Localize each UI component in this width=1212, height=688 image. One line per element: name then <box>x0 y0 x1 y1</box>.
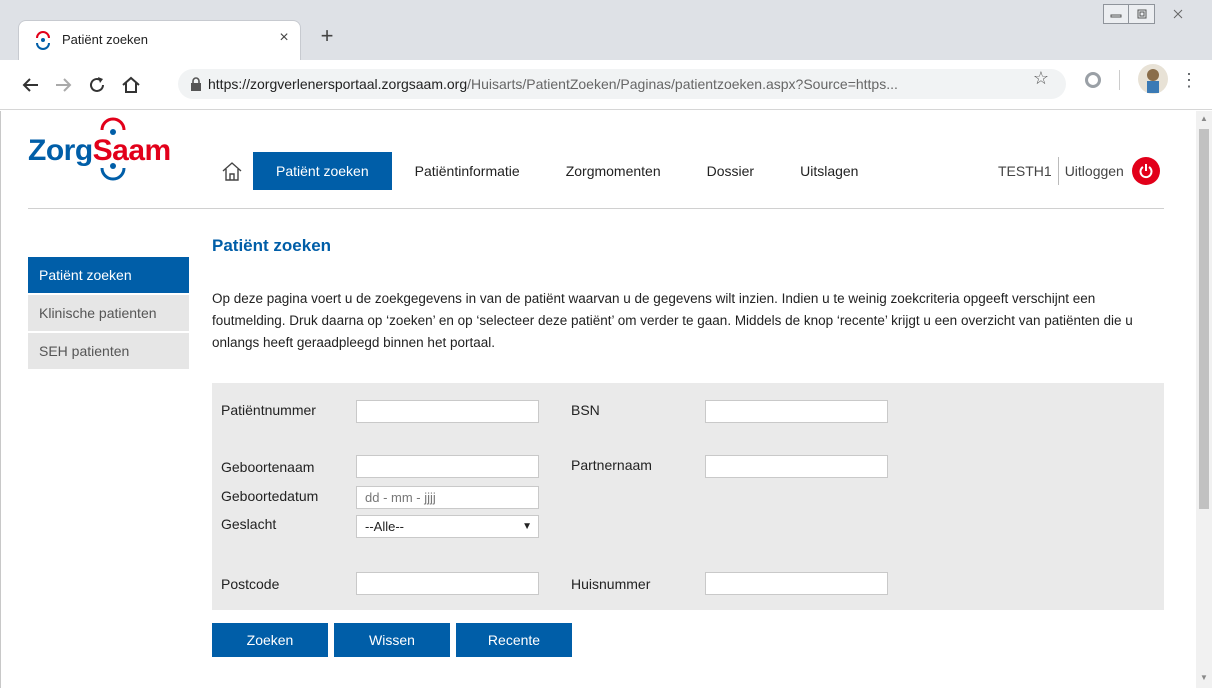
browser-tabbar: Patiënt zoeken × + <box>0 0 1212 60</box>
wissen-button[interactable]: Wissen <box>334 623 450 657</box>
home-browser-icon[interactable] <box>120 74 142 96</box>
scroll-down-icon[interactable]: ▼ <box>1199 673 1209 683</box>
extension-icon[interactable] <box>1085 72 1101 88</box>
toolbar-separator <box>1119 70 1120 90</box>
window-close-icon[interactable] <box>1155 4 1201 24</box>
geboortedatum-label: Geboortedatum <box>221 488 319 504</box>
nav-zorgmomenten[interactable]: Zorgmomenten <box>543 152 684 190</box>
geslacht-select[interactable]: --Alle-- ▼ <box>356 515 539 538</box>
scroll-up-icon[interactable]: ▲ <box>1199 114 1209 124</box>
browser-menu-icon[interactable]: ⋮ <box>1180 70 1198 90</box>
sidebar-item-patient-zoeken[interactable]: Patiënt zoeken <box>28 257 189 293</box>
geslacht-label: Geslacht <box>221 516 277 532</box>
back-arrow-icon[interactable] <box>20 74 42 96</box>
main-content: Patiënt zoeken Op deze pagina voert u de… <box>212 235 1164 350</box>
partnernaam-input[interactable] <box>705 455 888 478</box>
browser-tab[interactable]: Patiënt zoeken × <box>18 20 301 60</box>
zorgsaam-favicon-icon <box>36 31 50 50</box>
tab-close-icon[interactable]: × <box>274 29 294 47</box>
address-bar[interactable]: https://zorgverlenersportaal.zorgsaam.or… <box>178 69 1066 99</box>
nav-patientinformatie[interactable]: Patiëntinformatie <box>392 152 543 190</box>
page-scrollbar[interactable]: ▲ ▼ <box>1196 111 1212 688</box>
nav-patient-zoeken[interactable]: Patiënt zoeken <box>253 152 392 190</box>
maximize-icon[interactable] <box>1129 4 1155 24</box>
patientnummer-input[interactable] <box>356 400 539 423</box>
url-text: https://zorgverlenersportaal.zorgsaam.or… <box>208 76 1008 92</box>
url-host: https://zorgverlenersportaal.zorgsaam.or… <box>208 76 468 92</box>
recente-button[interactable]: Recente <box>456 623 572 657</box>
postcode-label: Postcode <box>221 576 280 592</box>
sidebar-item-klinische-patienten[interactable]: Klinische patienten <box>28 295 189 331</box>
search-form: Patiëntnummer BSN Geboortenaam Partnerna… <box>212 383 1164 610</box>
forward-arrow-icon[interactable] <box>52 74 74 96</box>
minimize-icon[interactable] <box>1103 4 1129 24</box>
geboortenaam-label: Geboortenaam <box>221 459 315 475</box>
url-path: /Huisarts/PatientZoeken/Paginas/patientz… <box>467 76 898 92</box>
window-controls <box>1103 4 1201 26</box>
intro-text: Op deze pagina voert u de zoekgegevens i… <box>212 291 1133 350</box>
sidebar-item-seh-patienten[interactable]: SEH patienten <box>28 333 189 369</box>
user-area: TESTH1 Uitloggen <box>998 157 1160 185</box>
lock-icon <box>191 77 201 91</box>
bookmark-star-icon[interactable]: ☆ <box>1030 68 1052 89</box>
tab-title: Patiënt zoeken <box>62 32 149 47</box>
geboortenaam-input[interactable] <box>356 455 539 478</box>
user-name: TESTH1 <box>998 157 1059 185</box>
web-page: ZorgSaam Patiënt zoeken Patiëntinformati… <box>0 111 1196 688</box>
bsn-input[interactable] <box>705 400 888 423</box>
geslacht-selected-value: --Alle-- <box>365 519 404 534</box>
bsn-label: BSN <box>571 402 600 418</box>
zoeken-button[interactable]: Zoeken <box>212 623 328 657</box>
header-divider <box>28 208 1164 209</box>
geboortedatum-input[interactable]: dd - mm - jjjj <box>356 486 539 509</box>
dropdown-arrow-icon: ▼ <box>522 521 532 532</box>
logo-text: ZorgSaam <box>28 134 171 167</box>
postcode-input[interactable] <box>356 572 539 595</box>
profile-avatar-icon[interactable] <box>1138 64 1168 94</box>
new-tab-icon[interactable]: + <box>315 24 339 48</box>
huisnummer-label: Huisnummer <box>571 576 651 592</box>
nav-dossier[interactable]: Dossier <box>684 152 777 190</box>
scroll-thumb[interactable] <box>1199 129 1209 509</box>
home-icon[interactable] <box>211 152 253 190</box>
power-icon[interactable] <box>1131 157 1160 185</box>
reload-icon[interactable] <box>86 74 108 96</box>
partnernaam-label: Partnernaam <box>571 457 652 473</box>
sidebar: Patiënt zoeken Klinische patienten SEH p… <box>28 257 189 371</box>
nav-uitslagen[interactable]: Uitslagen <box>777 152 881 190</box>
page-title: Patiënt zoeken <box>212 236 332 255</box>
logout-link[interactable]: Uitloggen <box>1059 157 1124 185</box>
patientnummer-label: Patiëntnummer <box>221 402 316 418</box>
top-navigation: Patiënt zoeken Patiëntinformatie Zorgmom… <box>211 152 881 190</box>
zorgsaam-logo[interactable]: ZorgSaam <box>28 116 173 186</box>
huisnummer-input[interactable] <box>705 572 888 595</box>
